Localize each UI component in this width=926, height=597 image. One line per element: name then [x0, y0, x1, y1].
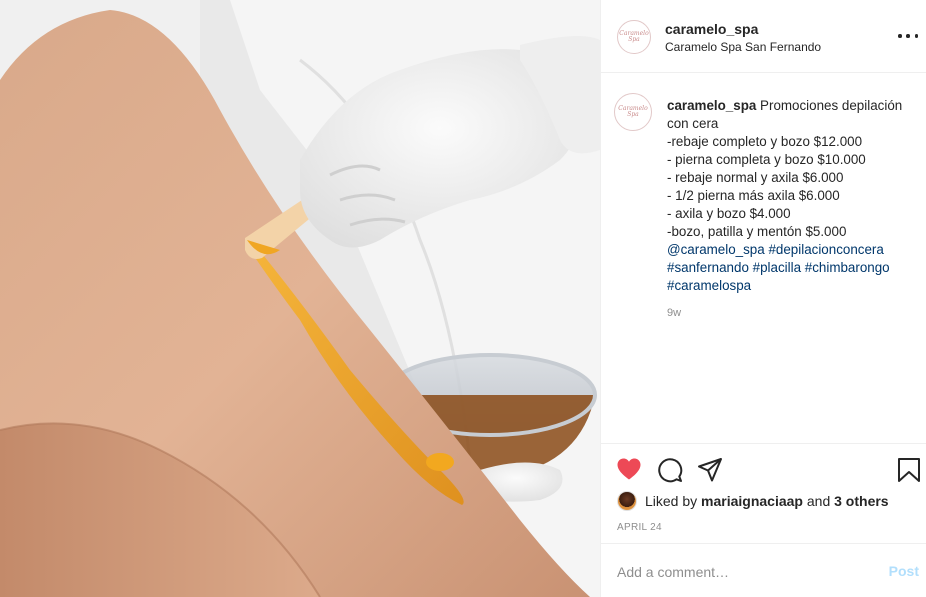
caption-tags-line: #caramelospa [667, 277, 917, 295]
liker-username[interactable]: mariaignaciaap [701, 493, 803, 509]
avatar-logo-text: Caramelo Spa [619, 30, 649, 43]
caption-username[interactable]: caramelo_spa [667, 98, 756, 113]
caption-avatar[interactable]: Caramelo Spa [614, 93, 652, 131]
hashtag-link[interactable]: #chimbarongo [805, 260, 890, 275]
share-icon [698, 458, 722, 482]
like-button[interactable] [616, 457, 642, 486]
caption-tags-line: @caramelo_spa #depilacionconcera [667, 241, 917, 259]
mention-link[interactable]: @caramelo_spa [667, 242, 765, 257]
post-date[interactable]: APRIL 24 [617, 522, 662, 533]
caption-line: - rebaje normal y axila $6.000 [667, 170, 844, 185]
comment-form: Post [601, 543, 926, 597]
likes-others-link[interactable]: 3 others [834, 493, 888, 509]
save-button[interactable] [897, 457, 921, 488]
more-options-button[interactable] [898, 28, 918, 44]
header-location[interactable]: Caramelo Spa San Fernando [665, 40, 821, 54]
caption-line: -bozo, patilla y mentón $5.000 [667, 224, 847, 239]
caption-line: - axila y bozo $4.000 [667, 206, 791, 221]
more-icon-dot [906, 34, 910, 38]
more-icon [898, 34, 902, 38]
caption-text: Promociones depilación [756, 98, 903, 113]
hashtag-link[interactable]: #placilla [753, 260, 801, 275]
avatar-logo-text: Caramelo Spa [618, 105, 648, 118]
heart-icon [617, 458, 641, 480]
caption-time-ago[interactable]: 9w [667, 307, 681, 319]
hashtag-link[interactable]: #sanfernando [667, 260, 749, 275]
likes-summary: Liked by mariaignaciaap and 3 others [617, 491, 889, 511]
post-header: Caramelo Spa caramelo_spa Caramelo Spa S… [601, 0, 926, 73]
share-button[interactable] [697, 457, 723, 488]
more-icon-dot [914, 34, 918, 38]
hashtag-link[interactable]: #depilacionconcera [768, 242, 883, 257]
caption-line: -rebaje completo y bozo $12.000 [667, 134, 863, 149]
liker-avatar[interactable] [617, 491, 637, 511]
caption: caramelo_spa Promociones depilación con … [667, 97, 917, 295]
comment-input[interactable] [617, 562, 857, 582]
post-comment-button[interactable]: Post [889, 563, 919, 579]
caption-line: - pierna completa y bozo $10.000 [667, 152, 866, 167]
waxing-photo [0, 0, 600, 597]
comment-icon [658, 458, 683, 483]
post-panel: Caramelo Spa caramelo_spa Caramelo Spa S… [600, 0, 926, 597]
header-username[interactable]: caramelo_spa [665, 21, 758, 37]
likes-middle: and [806, 493, 831, 509]
action-bar: Liked by mariaignaciaap and 3 others APR… [601, 443, 926, 543]
caption-line: - 1/2 pierna más axila $6.000 [667, 188, 840, 203]
bookmark-icon [898, 458, 920, 482]
post-image[interactable] [0, 0, 600, 597]
hashtag-link[interactable]: #caramelospa [667, 278, 751, 293]
caption-tags-line: #sanfernando #placilla #chimbarongo [667, 259, 917, 277]
comment-button[interactable] [657, 457, 683, 488]
likes-prefix: Liked by [645, 493, 698, 509]
profile-avatar[interactable]: Caramelo Spa [617, 20, 651, 54]
caption-area: Caramelo Spa caramelo_spa Promociones de… [601, 73, 926, 443]
caption-first-line: caramelo_spa Promociones depilación [667, 97, 917, 115]
caption-line: con cera [667, 116, 719, 131]
